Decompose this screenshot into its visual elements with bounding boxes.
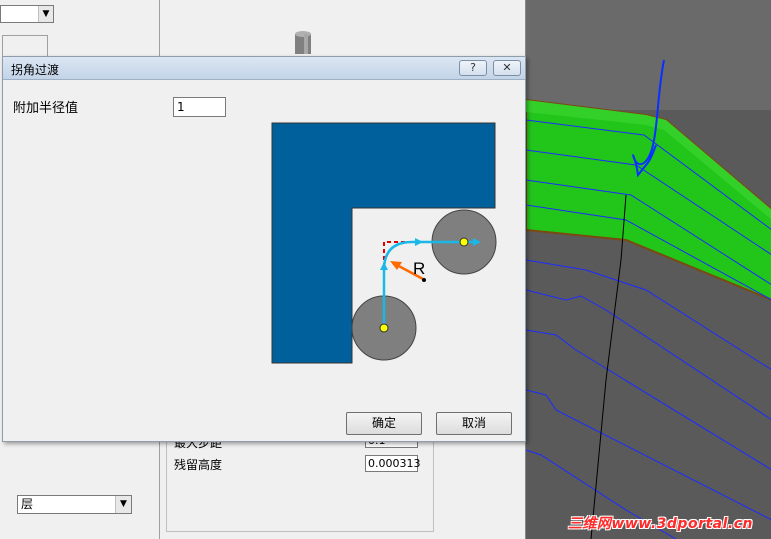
help-button[interactable]: ?: [459, 60, 487, 76]
tool-center-upper: [459, 237, 469, 247]
layer-dropdown[interactable]: 层 ▼: [17, 495, 132, 514]
dialog-titlebar[interactable]: 拐角过渡 ? ✕: [3, 57, 525, 80]
top-dropdown[interactable]: ▼: [0, 5, 54, 23]
close-button[interactable]: ✕: [493, 60, 521, 76]
3d-viewport[interactable]: 三维网www.3dportal.cn: [525, 0, 771, 539]
corner-diagram: R: [271, 122, 497, 364]
cancel-button[interactable]: 取消: [436, 412, 512, 435]
dropdown-arrow-icon: ▼: [115, 496, 131, 513]
radius-label: R: [413, 259, 425, 278]
layer-dropdown-value: 层: [21, 497, 34, 511]
watermark-text: 三维网www.3dportal.cn: [567, 516, 753, 532]
additional-radius-input[interactable]: 1: [173, 97, 226, 117]
residual-height-field[interactable]: 0.000313: [365, 455, 421, 472]
dialog-title: 拐角过渡: [11, 63, 60, 77]
left-panel-box: [2, 35, 48, 57]
model-view: [526, 0, 771, 539]
dropdown-arrow-icon: ▼: [38, 6, 53, 22]
path-arrow-icon: [415, 238, 423, 246]
parameter-group: [166, 440, 434, 532]
ok-button[interactable]: 确定: [346, 412, 422, 435]
tool-center-lower: [379, 323, 389, 333]
cylinder-icon: [295, 31, 311, 54]
path-arrow-icon: [380, 262, 388, 270]
radius-center-dot: [422, 278, 426, 282]
corner-transition-dialog: 拐角过渡 ? ✕ 附加半径值 1 R 确定 取消: [2, 56, 526, 442]
additional-radius-label: 附加半径值: [13, 101, 79, 116]
residual-height-label: 残留高度: [174, 458, 223, 472]
